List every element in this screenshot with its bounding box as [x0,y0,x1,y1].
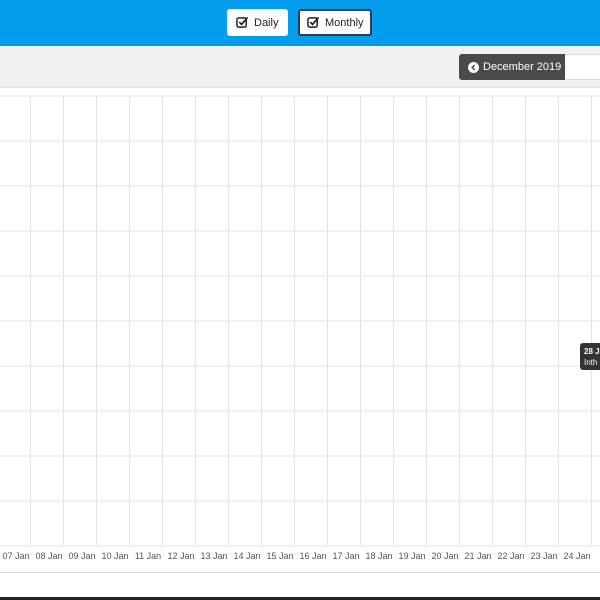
month-field[interactable] [565,54,600,80]
x-tick-label: 24 Jan [563,551,590,561]
top-bar: Daily Monthly [0,0,600,46]
checkbox-checked-icon [236,16,249,28]
checkbox-checked-icon [307,16,320,28]
x-tick-label: 18 Jan [365,551,392,561]
x-tick-label: 19 Jan [398,551,425,561]
x-tick-label: 22 Jan [497,551,524,561]
chart-area: 07 Jan 08 Jan 09 Jan 10 Jan 11 Jan 12 Jan 13 J… [0,88,600,572]
chart-bottom-rule [0,572,600,573]
x-tick-label: 09 Jan [68,551,95,561]
x-tick-label: 14 Jan [233,551,260,561]
x-tick-label: 08 Jan [35,551,62,561]
x-tick-label: 21 Jan [464,551,491,561]
x-tick-label: 15 Jan [266,551,293,561]
x-tick-label: 12 Jan [167,551,194,561]
month-label: December 2019 [483,61,562,73]
tooltip-line: Inth [584,358,598,367]
x-tick-label: 13 Jan [200,551,227,561]
x-tick-label: 11 Jan [135,551,161,561]
date-toolbar: December 2019 [0,46,600,88]
x-tick-label: 17 Jan [332,551,359,561]
previous-month-button[interactable]: December 2019 [459,54,565,80]
x-tick-label: 07 Jan [2,551,29,561]
x-tick-label: 20 Jan [431,551,458,561]
tooltip-title: 28 J [584,347,600,356]
monthly-button[interactable]: Monthly [298,9,372,36]
monthly-button-label: Monthly [325,16,364,29]
x-tick-label: 16 Jan [299,551,326,561]
x-tick-label: 10 Jan [101,551,128,561]
daily-button-label: Daily [254,16,279,29]
usage-chart: 07 Jan 08 Jan 09 Jan 10 Jan 11 Jan 12 Jan 13 J… [0,95,600,561]
chevron-left-icon [468,61,479,73]
chart-tooltip: 28 J Inth [580,343,600,370]
daily-button[interactable]: Daily [227,9,288,36]
x-tick-label: 23 Jan [530,551,557,561]
